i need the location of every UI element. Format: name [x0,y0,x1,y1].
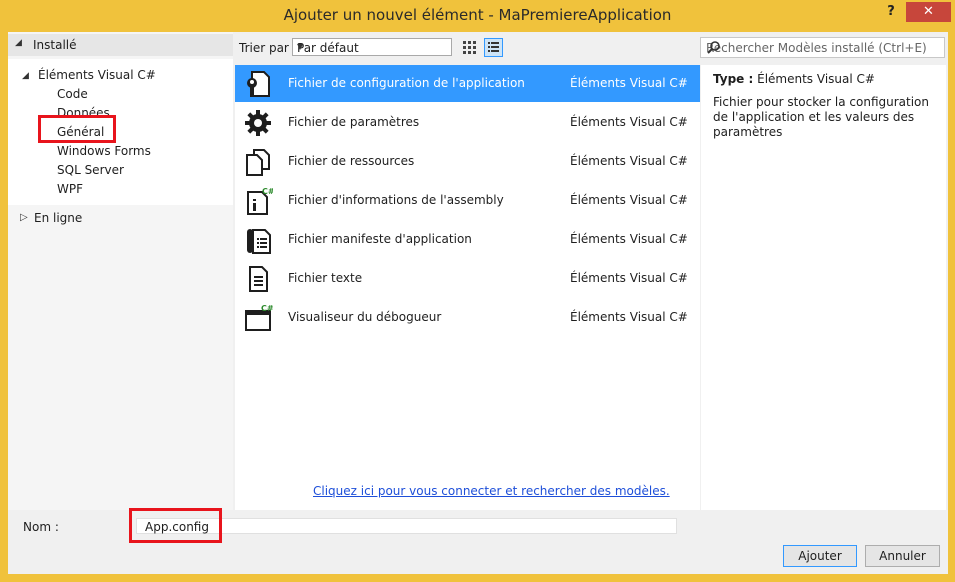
item-name: Fichier de ressources [288,154,415,168]
item-name: Fichier de configuration de l'applicatio… [288,76,525,90]
list-item[interactable]: Fichier manifeste d'application Éléments… [235,221,700,258]
grid-view-icon[interactable] [460,38,478,56]
settings-gear-icon [243,108,273,138]
close-button[interactable]: ✕ [906,2,951,22]
tree-item-sql-server[interactable]: SQL Server [57,163,124,177]
sort-label: Trier par : [239,41,297,55]
item-name: Fichier manifeste d'application [288,232,472,246]
config-file-icon [243,69,273,99]
collapsed-arrow-icon[interactable]: ▷ [20,212,28,223]
template-tree-panel: ◢ Installé ◢ Éléments Visual C# Code Don… [8,32,233,510]
expanded-arrow-icon[interactable]: ◢ [15,38,22,48]
item-name: Fichier de paramètres [288,115,420,129]
type-value: Éléments Visual C# [757,72,875,86]
add-button[interactable]: Ajouter [783,545,857,567]
item-category: Éléments Visual C# [570,154,688,168]
type-label: Type : [713,72,754,86]
item-category: Éléments Visual C# [570,76,688,90]
item-name: Fichier texte [288,271,363,285]
text-file-icon [243,264,273,294]
highlight-box-general [38,115,116,143]
search-input[interactable]: Rechercher Modèles installé (Ctrl+E) [700,37,945,58]
item-category: Éléments Visual C# [570,271,688,285]
details-panel: Type : Éléments Visual C# Fichier pour s… [701,65,946,510]
highlight-box-name [129,508,222,543]
name-label: Nom : [23,520,59,534]
chevron-down-icon: ▼ [297,42,304,51]
tree-item-online[interactable]: En ligne [34,211,82,225]
list-item[interactable]: Fichier de ressources Éléments Visual C# [235,143,700,180]
list-view-icon[interactable] [484,38,503,57]
help-button[interactable]: ? [881,4,901,22]
item-category: Éléments Visual C# [570,310,688,324]
tree-item-wpf[interactable]: WPF [57,182,83,196]
item-category: Éléments Visual C# [570,232,688,246]
item-description: Fichier pour stocker la configuration de… [713,95,929,139]
tree-installed-children: ◢ Éléments Visual C# Code Données Généra… [8,59,233,205]
item-name: Visualiseur du débogueur [288,310,442,324]
tree-item-label: Installé [33,38,77,52]
tree-item-windows-forms[interactable]: Windows Forms [57,144,151,158]
search-icon[interactable] [706,40,940,59]
item-category: Éléments Visual C# [570,115,688,129]
tree-item-installed[interactable]: ◢ Installé [8,34,233,56]
sort-dropdown[interactable]: Par défaut ▼ [292,38,452,56]
debugger-visualizer-icon: C# [243,303,274,333]
dialog-window: Ajouter un nouvel élément - MaPremiereAp… [0,0,955,582]
item-category: Éléments Visual C# [570,193,688,207]
type-line: Type : Éléments Visual C# [713,72,875,86]
manifest-file-icon [243,225,273,255]
window-title: Ajouter un nouvel élément - MaPremiereAp… [283,6,672,24]
expanded-arrow-icon[interactable]: ◢ [22,71,29,81]
svg-text:C#: C# [261,304,273,313]
list-item[interactable]: C# Fichier d'informations de l'assembly … [235,182,700,219]
list-item[interactable]: Fichier de paramètres Éléments Visual C# [235,104,700,141]
svg-text:C#: C# [262,187,273,196]
title-bar[interactable]: Ajouter un nouvel élément - MaPremiereAp… [0,0,955,32]
resource-file-icon [243,147,273,177]
dialog-body: ◢ Installé ◢ Éléments Visual C# Code Don… [8,32,948,574]
assembly-info-icon: C# [243,186,275,216]
cancel-button[interactable]: Annuler [865,545,940,567]
template-list: Fichier de configuration de l'applicatio… [235,65,700,510]
tree-item-visual-csharp[interactable]: Éléments Visual C# [38,68,156,82]
item-name: Fichier d'informations de l'assembly [288,193,504,207]
online-search-link[interactable]: Cliquez ici pour vous connecter et reche… [313,484,670,498]
list-item[interactable]: C# Visualiseur du débogueur Éléments Vis… [235,299,700,336]
list-item[interactable]: Fichier texte Éléments Visual C# [235,260,700,297]
list-item[interactable]: Fichier de configuration de l'applicatio… [235,65,700,102]
tree-item-code[interactable]: Code [57,87,88,101]
